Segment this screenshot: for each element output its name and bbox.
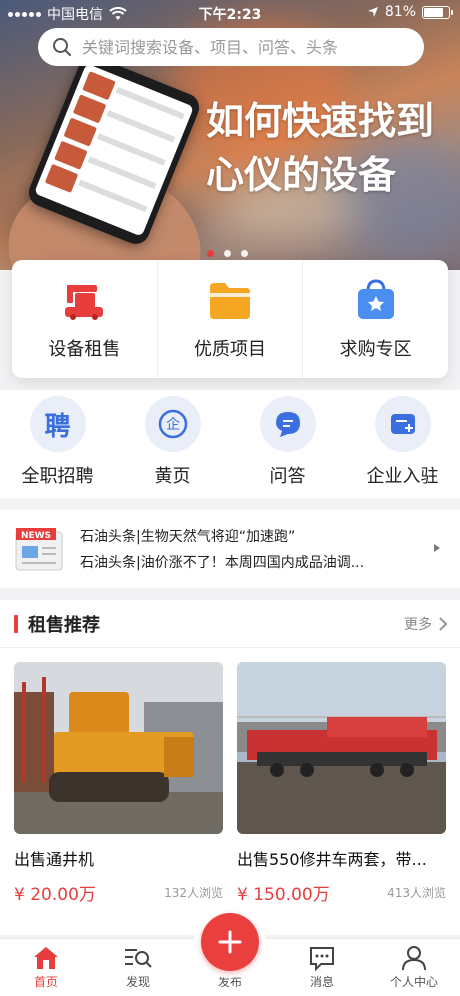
listing-views: 132人浏览 bbox=[164, 886, 223, 900]
banner-title: 如何快速找到 心仪的设备 bbox=[206, 99, 435, 197]
message-icon bbox=[310, 947, 334, 971]
quick-link-label: 全职招聘 bbox=[21, 466, 94, 487]
news-icon: NEWS bbox=[15, 528, 63, 571]
section-accent-bar bbox=[14, 614, 18, 633]
banner-pagination bbox=[207, 250, 248, 257]
banner-dot bbox=[224, 250, 231, 257]
tab-profile[interactable]: 个人中心 bbox=[368, 939, 460, 996]
plus-icon bbox=[218, 930, 242, 954]
excavator-icon bbox=[65, 285, 104, 320]
triangle-right-icon bbox=[434, 544, 440, 552]
battery-icon bbox=[422, 5, 453, 19]
listing-card[interactable]: 出售550修井车两套，带... ¥ 150.00万 413人浏览 bbox=[237, 662, 446, 905]
recruit-icon: 聘 bbox=[29, 396, 86, 452]
user-icon bbox=[402, 946, 426, 971]
search-input[interactable] bbox=[82, 37, 402, 57]
category-label: 设备租售 bbox=[48, 339, 121, 360]
company-join-icon bbox=[374, 396, 431, 452]
banner-phone-image bbox=[0, 51, 207, 270]
search-icon bbox=[53, 38, 71, 56]
tab-label: 个人中心 bbox=[389, 975, 438, 989]
chevron-right-icon bbox=[439, 616, 448, 631]
publish-button[interactable] bbox=[201, 913, 259, 971]
tab-label: 发现 bbox=[125, 975, 150, 989]
category-purchase-zone[interactable]: 求购专区 bbox=[303, 260, 448, 378]
category-label: 优质项目 bbox=[194, 339, 266, 360]
category-card: 设备租售 优质项目 求购专区 bbox=[12, 260, 448, 378]
battery-percent: 81% bbox=[384, 4, 416, 20]
more-link[interactable]: 更多 bbox=[404, 614, 448, 634]
recommend-section: 租售推荐 更多 出售通井机 ¥ 20.00万 132人浏览 出售550修井车两套… bbox=[0, 600, 460, 935]
tab-label: 消息 bbox=[309, 975, 334, 989]
tab-home[interactable]: 首页 bbox=[0, 939, 92, 996]
listing-image[interactable] bbox=[237, 662, 446, 834]
listing-title: 出售通井机 bbox=[14, 850, 95, 869]
news-ticker[interactable]: NEWS 石油头条|生物天然气将迎“加速跑” 石油头条|油价涨不了！本周四国内成… bbox=[0, 510, 460, 588]
section-title: 租售推荐 bbox=[28, 614, 100, 636]
category-equipment-rental[interactable]: 设备租售 bbox=[12, 260, 158, 378]
more-label: 更多 bbox=[404, 616, 432, 633]
quick-link-label: 问答 bbox=[269, 466, 306, 487]
quick-link-recruitment[interactable]: 聘 全职招聘 bbox=[0, 390, 115, 498]
yellow-pages-icon: 企 bbox=[144, 396, 201, 452]
quick-link-qa[interactable]: 问答 bbox=[230, 390, 345, 498]
folder-icon bbox=[210, 283, 250, 319]
banner-dot bbox=[207, 250, 214, 257]
home-icon bbox=[34, 947, 58, 969]
shopping-bag-icon bbox=[357, 279, 394, 319]
tab-messages[interactable]: 消息 bbox=[276, 939, 368, 996]
location-arrow-icon bbox=[367, 7, 378, 17]
quick-link-yellow-pages[interactable]: 企 黄页 bbox=[115, 390, 230, 498]
quick-link-company-join[interactable]: 企业入驻 bbox=[345, 390, 460, 498]
news-headline[interactable]: 石油头条|油价涨不了！本周四国内成品油调... bbox=[80, 550, 420, 576]
listing-views: 413人浏览 bbox=[387, 886, 446, 900]
svg-text:企: 企 bbox=[166, 416, 180, 433]
search-bar[interactable] bbox=[38, 28, 424, 66]
listing-price: ¥ 150.00万 bbox=[237, 885, 330, 905]
listing-card[interactable]: 出售通井机 ¥ 20.00万 132人浏览 bbox=[14, 662, 223, 905]
discover-search-icon bbox=[125, 949, 152, 968]
tab-discover[interactable]: 发现 bbox=[92, 939, 184, 996]
listing-price: ¥ 20.00万 bbox=[14, 885, 96, 905]
quick-link-label: 黄页 bbox=[154, 466, 191, 487]
quick-links: 聘 全职招聘 企 黄页 问答 企业入驻 bbox=[0, 390, 460, 498]
category-quality-projects[interactable]: 优质项目 bbox=[158, 260, 304, 378]
news-headline[interactable]: 石油头条|生物天然气将迎“加速跑” bbox=[80, 524, 420, 550]
svg-text:NEWS: NEWS bbox=[21, 531, 51, 541]
tab-label: 首页 bbox=[33, 975, 58, 989]
status-bar: 中国电信 下午2:23 81% bbox=[0, 0, 460, 26]
category-label: 求购专区 bbox=[339, 339, 412, 360]
listing-image[interactable] bbox=[14, 662, 223, 834]
banner-dot bbox=[241, 250, 248, 257]
listing-title: 出售550修井车两套，带... bbox=[237, 850, 427, 869]
quick-link-label: 企业入驻 bbox=[366, 466, 439, 487]
chat-bubble-icon bbox=[259, 396, 316, 452]
